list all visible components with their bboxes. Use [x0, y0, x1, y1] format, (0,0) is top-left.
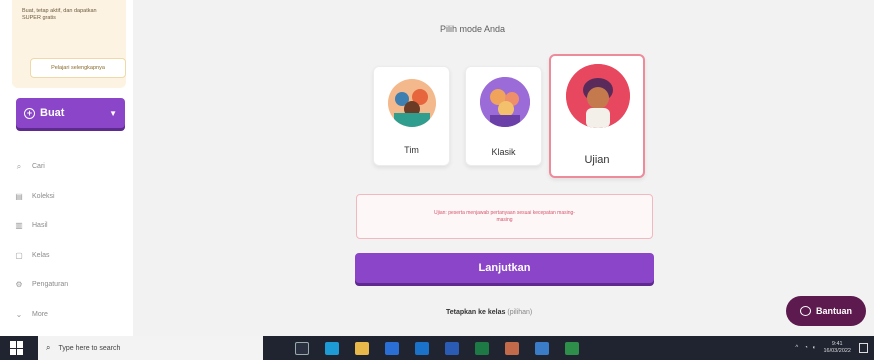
- continue-button[interactable]: Lanjutkan: [355, 253, 654, 283]
- mode-card-classic[interactable]: Klasik: [465, 66, 542, 166]
- network-icon[interactable]: ◔: [804, 345, 808, 351]
- notification-icon[interactable]: [859, 343, 868, 353]
- assign-class-link[interactable]: Tetapkan ke kelas (pilihan): [446, 309, 532, 316]
- sidebar-item-search[interactable]: ⌕ Cari: [14, 152, 68, 182]
- mode-card-team[interactable]: Tim: [373, 66, 450, 166]
- library-icon: ▤: [15, 191, 23, 201]
- windows-start-icon[interactable]: [10, 341, 24, 355]
- taskbar-search[interactable]: ⌕ Type here to search: [38, 336, 263, 360]
- sidebar-item-label: Koleksi: [32, 192, 55, 200]
- search-icon: ⌕: [46, 343, 51, 352]
- app-window: Buat, tetap aktif, dan dapatkan SUPER gr…: [0, 0, 874, 336]
- mode-card-exam[interactable]: Ujian: [549, 54, 645, 178]
- page-title: Pilih mode Anda: [440, 24, 506, 34]
- sidebar-item-label: More: [32, 310, 48, 318]
- exam-avatar-icon: [566, 64, 630, 128]
- tray-chevron-icon[interactable]: ^: [795, 345, 798, 351]
- volume-icon[interactable]: ◖: [812, 345, 816, 351]
- taskbar-apps: [287, 341, 587, 355]
- task-view-icon[interactable]: [295, 341, 309, 355]
- assign-optional: (pilihan): [507, 309, 533, 316]
- sidebar-item-classes[interactable]: ▢ Kelas: [14, 241, 68, 271]
- taskbar: ⌕ Type here to search ^ ◔ ◖ 9:41 16/03/2…: [0, 336, 874, 360]
- taskbar-search-placeholder: Type here to search: [58, 344, 121, 352]
- create-button[interactable]: + Buat ▼: [16, 98, 125, 128]
- clock[interactable]: 9:41 16/03/2022: [823, 341, 851, 355]
- sidebar-item-settings[interactable]: ⚙ Pengaturan: [14, 270, 68, 300]
- sidebar-nav: ⌕ Cari ▤ Koleksi ▥ Hasil ▢ Kelas ⚙ Pengaturan…: [14, 152, 68, 329]
- sidebar-item-more[interactable]: ⌄ More: [14, 300, 68, 330]
- edge-icon[interactable]: [325, 341, 339, 355]
- system-tray: ^ ◔ ◖ 9:41 16/03/2022: [795, 341, 874, 355]
- chevron-down-icon: ▼: [109, 108, 117, 118]
- mode-label-team: Tim: [404, 145, 419, 155]
- chat-bubble-icon: [800, 306, 811, 316]
- help-button[interactable]: Bantuan: [786, 296, 866, 326]
- settings-icon: ⚙: [15, 280, 23, 290]
- sidebar: Buat, tetap aktif, dan dapatkan SUPER gr…: [0, 0, 133, 336]
- sidebar-item-label: Pengaturan: [32, 281, 69, 289]
- promo-card: Buat, tetap aktif, dan dapatkan SUPER gr…: [12, 0, 126, 88]
- team-avatar-icon: [388, 79, 436, 127]
- photos-icon[interactable]: [505, 341, 519, 355]
- classic-avatar-icon: [480, 77, 530, 127]
- app-icon[interactable]: [565, 341, 579, 355]
- sidebar-item-reports[interactable]: ▥ Hasil: [14, 211, 68, 241]
- excel-icon[interactable]: [475, 341, 489, 355]
- mode-label-exam: Ujian: [584, 154, 610, 166]
- sidebar-item-label: Hasil: [32, 222, 48, 230]
- clock-time: 9:41: [831, 341, 843, 347]
- search-icon: ⌕: [16, 161, 22, 171]
- store-icon[interactable]: [385, 341, 399, 355]
- class-icon: ▢: [15, 250, 23, 260]
- promo-text: Buat, tetap aktif, dan dapatkan SUPER gr…: [22, 8, 97, 21]
- mode-description-alert: Ujian: peserta menjawab pertanyaan sesua…: [356, 194, 653, 239]
- assign-label: Tetapkan ke kelas: [446, 309, 506, 316]
- alert-text: Ujian: peserta menjawab pertanyaan sesua…: [434, 209, 575, 223]
- mail-icon[interactable]: [415, 341, 429, 355]
- sidebar-item-label: Cari: [32, 163, 45, 171]
- help-label: Bantuan: [816, 306, 852, 316]
- more-icon: ⌄: [15, 309, 23, 319]
- promo-button[interactable]: Pelajari selengkapnya: [30, 58, 126, 78]
- powerpoint-icon[interactable]: [535, 341, 549, 355]
- clock-date: 16/03/2022: [823, 348, 851, 354]
- reports-icon: ▥: [15, 221, 23, 231]
- mode-label-classic: Klasik: [491, 147, 516, 157]
- file-explorer-icon[interactable]: [355, 341, 369, 355]
- create-label: Buat: [40, 107, 65, 119]
- sidebar-item-library[interactable]: ▤ Koleksi: [14, 182, 68, 212]
- plus-icon: +: [24, 107, 35, 119]
- sidebar-item-label: Kelas: [32, 251, 50, 259]
- word-icon[interactable]: [445, 341, 459, 355]
